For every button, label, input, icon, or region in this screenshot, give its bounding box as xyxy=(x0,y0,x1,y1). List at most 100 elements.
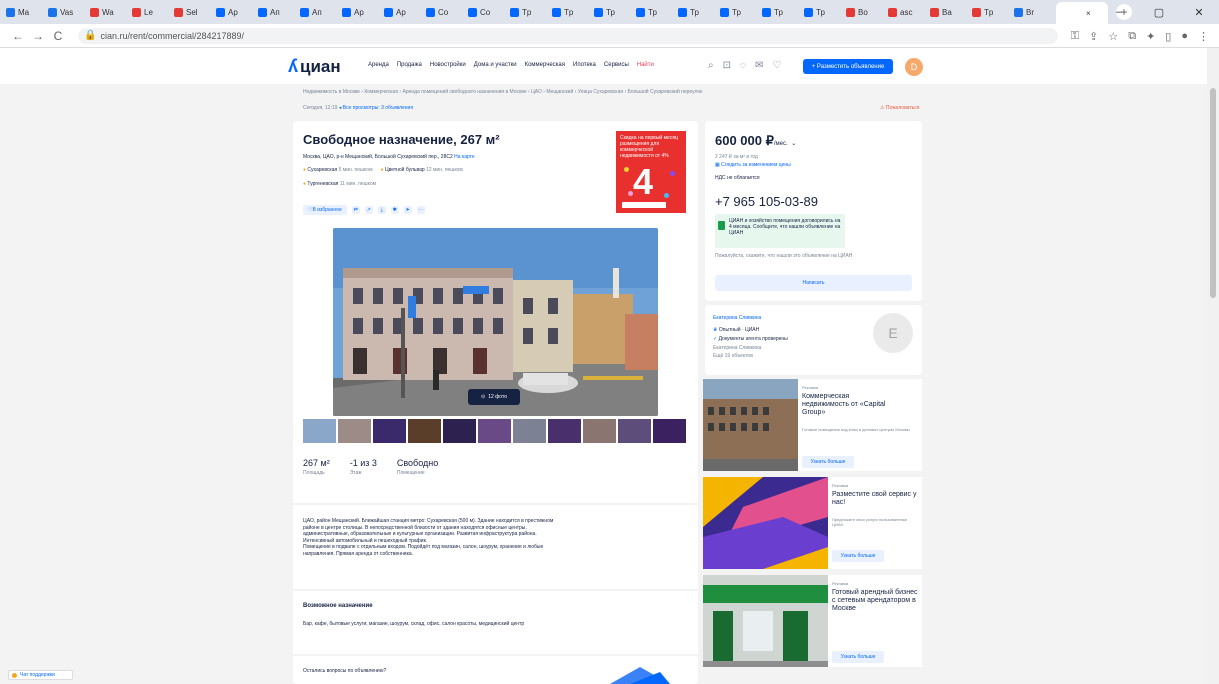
nav-item[interactable]: Дома и участки xyxy=(474,62,517,68)
thumbnail[interactable] xyxy=(583,419,616,443)
vk-icon[interactable]: ✱ xyxy=(390,206,399,214)
forward-icon[interactable]: → xyxy=(28,29,48,43)
browser-tab[interactable]: Bo xyxy=(846,3,886,21)
ad-button[interactable]: Узнать больше xyxy=(832,651,884,663)
address-bar[interactable]: 🔒 cian.ru/rent/commercial/284217889/ xyxy=(78,27,1058,44)
browser-tab[interactable]: Ап xyxy=(258,3,298,21)
promo-banner[interactable]: Скидка на первый месяц размещения для ко… xyxy=(616,131,686,213)
phone-number[interactable]: +7 965 105-03-89 xyxy=(715,194,818,209)
menu-icon[interactable]: ⋮ xyxy=(1198,30,1209,43)
nav-item[interactable]: Коммерческая xyxy=(525,62,565,68)
star-icon[interactable]: ☆ xyxy=(1108,30,1118,43)
nav-item[interactable]: Аренда xyxy=(368,62,389,68)
browser-tab[interactable]: Tp xyxy=(972,3,1012,21)
reload-icon[interactable]: C xyxy=(48,29,68,43)
thumbnail[interactable] xyxy=(653,419,686,443)
ad-card[interactable]: Реклама Разместите свой сервис у нас! Пр… xyxy=(703,477,922,569)
more-icon[interactable]: ⋯ xyxy=(416,206,425,214)
chevron-down-icon[interactable]: ⌄ xyxy=(791,141,796,147)
browser-tab[interactable]: Тр xyxy=(678,3,718,21)
browser-tab[interactable]: Ap xyxy=(384,3,424,21)
heart-icon[interactable]: ♡ xyxy=(772,60,781,71)
photo-count-badge[interactable]: ⊙ 12 фото xyxy=(468,389,520,405)
browser-tab[interactable]: Ap xyxy=(342,3,382,21)
browser-tab[interactable]: Ba xyxy=(930,3,970,21)
browser-tab[interactable]: Vas xyxy=(48,3,88,21)
address-text[interactable]: Москва, ЦАО, р-н Мещанский, Большой Суха… xyxy=(303,154,453,160)
thumbnail[interactable] xyxy=(303,419,336,443)
browser-tab[interactable]: Тр xyxy=(762,3,802,21)
telegram-icon[interactable]: ➤ xyxy=(403,206,412,214)
browser-tab[interactable]: Ma xyxy=(6,3,46,21)
bell-icon[interactable]: ◌ xyxy=(740,60,746,71)
key-icon[interactable]: ⚿ xyxy=(1071,30,1079,43)
favorite-button[interactable]: ♡ В избранное xyxy=(303,205,347,215)
minimize-button[interactable]: – xyxy=(1099,0,1139,24)
download-icon[interactable]: ⤓ xyxy=(377,206,386,214)
browser-tab[interactable]: Ап xyxy=(300,3,340,21)
ad-button[interactable]: Узнать больше xyxy=(802,456,854,468)
metro-item[interactable]: ● Сухаревская 5 мин. пешком xyxy=(303,167,373,173)
thumbnail[interactable] xyxy=(478,419,511,443)
browser-tab[interactable]: Wa xyxy=(90,3,130,21)
browser-tab[interactable]: Тр xyxy=(720,3,760,21)
price-watch-link[interactable]: ▦ Следить за изменением цены xyxy=(715,162,791,168)
thumbnail[interactable] xyxy=(373,419,406,443)
thumbnail[interactable] xyxy=(338,419,371,443)
browser-tab[interactable]: Co xyxy=(468,3,508,21)
cian-logo[interactable]: ʎ циан xyxy=(288,56,341,77)
sidebar-icon[interactable]: ▯ xyxy=(1165,30,1171,43)
browser-tab[interactable]: Тр xyxy=(804,3,844,21)
listing-photo[interactable] xyxy=(333,228,658,416)
compare-icon[interactable]: ⊡ xyxy=(723,60,731,71)
share-icon[interactable]: ⇪ xyxy=(1089,30,1098,43)
scrollbar-thumb[interactable] xyxy=(1210,88,1216,298)
back-icon[interactable]: ← xyxy=(8,29,28,43)
breadcrumb[interactable]: Недвижимость в Москве › Коммерческая › А… xyxy=(303,89,702,95)
nav-item[interactable]: Сервисы xyxy=(604,62,629,68)
ad-card[interactable]: Реклама Готовый арендный бизнес с сетевы… xyxy=(703,575,922,667)
browser-tab[interactable]: Tp xyxy=(510,3,550,21)
maximize-button[interactable]: ▢ xyxy=(1139,0,1179,24)
nav-item[interactable]: Ипотека xyxy=(573,62,596,68)
write-message-button[interactable]: Написать xyxy=(715,275,912,291)
promo-cta[interactable] xyxy=(622,202,666,208)
nav-item[interactable]: Новостройки xyxy=(430,62,466,68)
puzzle-icon[interactable]: ✦ xyxy=(1146,30,1155,43)
browser-tab[interactable]: Le xyxy=(132,3,172,21)
nav-item[interactable]: Найти xyxy=(637,62,654,68)
profile-icon[interactable]: ● xyxy=(1181,30,1188,42)
thumbnail[interactable] xyxy=(548,419,581,443)
browser-tab[interactable]: Tp xyxy=(552,3,592,21)
close-tab-icon[interactable]: × xyxy=(1086,9,1091,18)
nav-item[interactable]: Продажа xyxy=(397,62,422,68)
agent-more[interactable]: Ещё 19 объектов xyxy=(713,353,753,359)
share-icon[interactable]: ↗ xyxy=(364,206,373,214)
browser-tab[interactable]: Br xyxy=(1014,3,1054,21)
browser-tab[interactable]: Ap xyxy=(216,3,256,21)
browser-tab[interactable]: asc xyxy=(888,3,928,21)
browser-tab[interactable]: Sel xyxy=(174,3,214,21)
thumbnail[interactable] xyxy=(408,419,441,443)
thumbnail[interactable] xyxy=(513,419,546,443)
close-window-button[interactable]: ✕ xyxy=(1179,0,1219,24)
browser-tab[interactable]: Тр xyxy=(636,3,676,21)
browser-tab[interactable]: Тр xyxy=(594,3,634,21)
metro-item[interactable]: ● Тургеневская 11 мин. пешком xyxy=(303,181,376,187)
post-ad-button[interactable]: + Разместить объявление xyxy=(803,59,893,74)
map-link[interactable]: На карте xyxy=(454,154,475,160)
thumbnail[interactable] xyxy=(618,419,651,443)
complain-link[interactable]: ⚠ Пожаловаться xyxy=(880,105,919,111)
metro-item[interactable]: ● Цветной бульвар 12 мин. пешком xyxy=(381,167,463,173)
browser-tab[interactable]: Co xyxy=(426,3,466,21)
thumbnail[interactable] xyxy=(443,419,476,443)
chat-icon[interactable]: ✉ xyxy=(755,60,763,71)
ad-button[interactable]: Узнать больше xyxy=(832,550,884,562)
compare-icon[interactable]: ⇄ xyxy=(351,206,360,214)
user-avatar[interactable]: D xyxy=(905,58,923,76)
support-chat-button[interactable]: Чат поддержки xyxy=(8,670,73,680)
page-scrollbar[interactable] xyxy=(1207,48,1219,684)
extension-icon[interactable]: ⧉ xyxy=(1128,30,1136,43)
agent-name[interactable]: Екатерина Сливкина xyxy=(713,315,761,321)
views-link[interactable]: ◂ Все просмотры: 3 объявления xyxy=(339,105,413,111)
